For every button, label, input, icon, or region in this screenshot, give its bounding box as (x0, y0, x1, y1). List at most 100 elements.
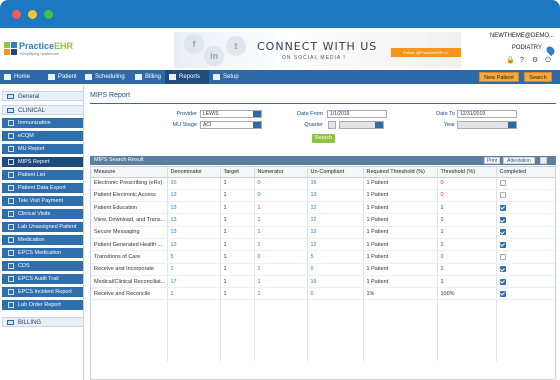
numerator-cell[interactable]: 1 (254, 287, 308, 301)
uncompliant-cell[interactable]: 0 (307, 287, 364, 301)
sidebar-item-patient-data-export[interactable]: Patient Data Export (2, 183, 83, 193)
denominator-cell[interactable]: 13 (167, 213, 221, 227)
quarter-select[interactable] (339, 121, 384, 129)
uncompliant-cell[interactable]: 12 (307, 201, 364, 215)
search-button[interactable]: Search (524, 72, 552, 82)
year-select[interactable] (457, 121, 517, 129)
uncompliant-cell[interactable]: 13 (307, 189, 364, 203)
table-row[interactable]: Receive and Incorporate 1 1 1 0 1 Patient 1 (91, 263, 555, 276)
empty-cell (220, 312, 255, 325)
settings-icon[interactable]: ⚙ (531, 57, 539, 65)
table-row[interactable]: Medical/Clinical Reconciliat... 17 1 1 16 1 P… (91, 275, 555, 289)
lock-icon[interactable]: 🔒 (506, 57, 515, 65)
sidebar-item-mips-report[interactable]: MIPS Report (2, 157, 83, 167)
nav-billing[interactable]: Billing (131, 70, 165, 84)
numerator-cell[interactable]: 1 (254, 238, 308, 252)
table-row[interactable]: Electronic Prescribing (eRx) 16 1 0 16 1 Pati… (91, 177, 555, 190)
nav-patient[interactable]: Patient (44, 70, 81, 84)
numerator-cell[interactable]: 1 (254, 213, 308, 227)
denominator-cell[interactable]: 17 (167, 275, 221, 289)
uncompliant-cell[interactable]: 12 (307, 238, 364, 252)
sidebar-item-cds[interactable]: CDS (2, 261, 83, 271)
sidebar-item-lab-unassigned-patient[interactable]: Lab Unassigned Patient (2, 222, 83, 232)
close-window-button[interactable] (12, 10, 21, 19)
brand-logo[interactable]: PracticeEHR Simplifying healthcare (4, 40, 74, 60)
nav-scheduling[interactable]: Scheduling (81, 70, 131, 84)
user-name[interactable]: NEWTHEME@DEMO... (490, 33, 554, 39)
uncompliant-cell[interactable]: 5 (307, 250, 364, 264)
numerator-cell[interactable]: 0 (254, 250, 308, 264)
maximize-window-button[interactable] (44, 10, 53, 19)
sidebar-item-immunization[interactable]: Immunization (2, 118, 83, 128)
table-row[interactable]: Receive and Reconcile 1 1 1 0 1% 100% (91, 287, 555, 301)
nav-home[interactable]: Home (0, 70, 44, 84)
uncompliant-cell[interactable]: 16 (307, 275, 364, 289)
denominator-cell[interactable]: 5 (167, 250, 221, 264)
banner-follow-button[interactable]: Follow @PracticeEHR >> (391, 48, 461, 57)
col-target[interactable]: Target (220, 167, 255, 178)
print-button[interactable]: Print (484, 157, 500, 164)
nav-setup[interactable]: Setup (209, 70, 245, 84)
social-banner[interactable]: f in t CONNECT WITH US ON SOCIAL MEDIA !… (174, 32, 461, 68)
numerator-cell[interactable]: 1 (254, 226, 308, 239)
numerator-cell[interactable]: 0 (254, 177, 308, 190)
col-numerator[interactable]: Numerator (254, 167, 308, 178)
logout-icon[interactable]: ⏻ (544, 57, 552, 65)
sidebar-item-medication[interactable]: Medication (2, 235, 83, 245)
uncompliant-cell[interactable]: 16 (307, 177, 364, 190)
date-from-input[interactable]: 1/1/2019 (327, 110, 387, 118)
location-pin-icon[interactable] (544, 44, 557, 57)
minimize-window-button[interactable] (28, 10, 37, 19)
filter-search-button[interactable]: Search (312, 134, 335, 143)
col-threshold[interactable]: Threshold (%) (437, 167, 497, 178)
denominator-cell[interactable]: 13 (167, 238, 221, 252)
sidebar-general[interactable]: General (2, 91, 84, 101)
numerator-cell[interactable]: 1 (254, 263, 308, 276)
sidebar-item-lab-order-report[interactable]: Lab Order Report (2, 300, 83, 310)
table-row[interactable]: Transitions of Care 5 1 0 5 1 Patient 0 (91, 250, 555, 264)
col-denominator[interactable]: Denominator (167, 167, 221, 178)
table-row[interactable]: Patient Electronic Access 13 1 0 13 1 Patient… (91, 189, 555, 203)
unchecked-icon (499, 180, 506, 187)
col-uncompliant[interactable]: Un-Compliant (307, 167, 364, 178)
denominator-cell[interactable]: 13 (167, 201, 221, 215)
sidebar-item-mu-report[interactable]: MU Report (2, 144, 83, 154)
export-icon[interactable] (540, 157, 547, 164)
denominator-cell[interactable]: 1 (167, 287, 221, 301)
sidebar-item-clinical-visits[interactable]: Clinical Visits (2, 209, 83, 219)
numerator-cell[interactable]: 0 (254, 189, 308, 203)
denominator-cell[interactable]: 16 (167, 177, 221, 190)
attestation-button[interactable]: Attestation (503, 157, 535, 164)
quarter-checkbox[interactable] (328, 121, 336, 129)
mu-stage-select[interactable]: ACI (200, 121, 262, 129)
date-to-input[interactable]: 12/31/2019 (457, 110, 517, 118)
table-row[interactable]: View, Download, and Trans... 13 1 1 12 1 Pati… (91, 213, 555, 227)
numerator-cell[interactable]: 1 (254, 275, 308, 289)
table-row[interactable]: Secure Messaging 13 1 1 12 1 Patient 1 (91, 226, 555, 239)
sidebar-item-tele-visit-payment[interactable]: Tele Visit Payment (2, 196, 83, 206)
sidebar-billing[interactable]: BILLING (2, 317, 84, 327)
denominator-cell[interactable]: 13 (167, 226, 221, 239)
uncompliant-cell[interactable]: 0 (307, 263, 364, 276)
denominator-cell[interactable]: 1 (167, 263, 221, 276)
billing-icon (135, 74, 142, 80)
new-patient-button[interactable]: New Patient (479, 72, 519, 82)
sidebar-clinical[interactable]: CLINICAL (2, 105, 84, 115)
help-icon[interactable]: ? (518, 57, 526, 65)
numerator-cell[interactable]: 1 (254, 201, 308, 215)
table-row[interactable]: Patient Generated Health ... 13 1 1 12 1 Pati… (91, 238, 555, 252)
nav-reports[interactable]: Reports (165, 70, 209, 84)
table-row[interactable]: Patient Education 13 1 1 12 1 Patient 1 (91, 201, 555, 215)
col-required-threshold[interactable]: Required Threshold (%) (363, 167, 438, 178)
denominator-cell[interactable]: 13 (167, 189, 221, 203)
provider-select[interactable]: LEWIS (200, 110, 262, 118)
sidebar-item-epcs-medication[interactable]: EPCS Medication (2, 248, 83, 258)
col-measure[interactable]: Measure (91, 167, 168, 178)
uncompliant-cell[interactable]: 12 (307, 213, 364, 227)
sidebar-item-patient-list[interactable]: Patient List (2, 170, 83, 180)
sidebar-item-epcs-audit-trail[interactable]: EPCS Audit Trail (2, 274, 83, 284)
uncompliant-cell[interactable]: 12 (307, 226, 364, 239)
sidebar-item-ecqm[interactable]: eCQM (2, 131, 83, 141)
sidebar-item-epcs-incident-report[interactable]: EPCS Incident Report (2, 287, 83, 297)
col-completed[interactable]: Completed (496, 167, 555, 178)
